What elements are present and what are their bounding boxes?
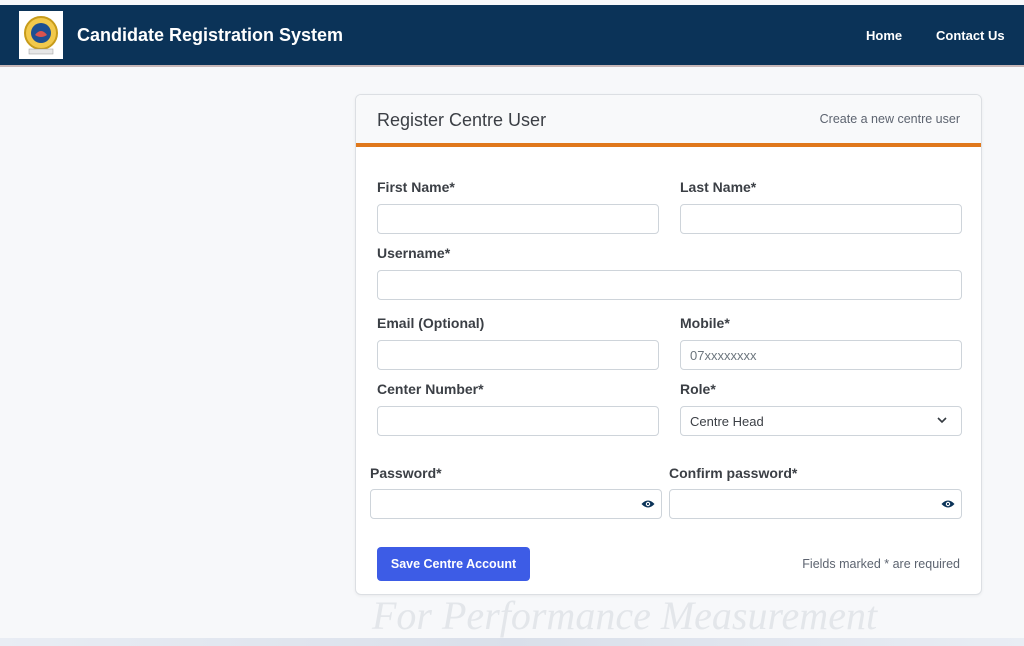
chevron-down-icon	[937, 417, 947, 424]
mobile-input[interactable]: 07xxxxxxxx	[680, 340, 962, 370]
role-select[interactable]: Centre Head	[680, 406, 962, 436]
navbar: Candidate Registration System Home Conta…	[0, 5, 1024, 67]
mobile-label: Mobile*	[680, 315, 730, 331]
nav-contact-link[interactable]: Contact Us	[936, 28, 1005, 43]
logo-emblem-icon	[24, 16, 58, 55]
brand-title[interactable]: Candidate Registration System	[77, 25, 343, 46]
watermark-text: For Performance Measurement	[372, 593, 878, 638]
eye-icon[interactable]	[641, 498, 655, 510]
username-input[interactable]	[377, 270, 962, 300]
first-name-label: First Name*	[377, 179, 455, 195]
card-subtitle: Create a new centre user	[819, 112, 960, 126]
role-selected-value: Centre Head	[690, 413, 764, 429]
required-fields-note: Fields marked * are required	[802, 557, 960, 571]
confirm-password-label: Confirm password*	[669, 465, 798, 481]
bottom-bar	[0, 638, 1024, 646]
nav-home-link[interactable]: Home	[866, 28, 902, 43]
register-card: Register Centre User Create a new centre…	[355, 94, 982, 595]
save-centre-account-button[interactable]: Save Centre Account	[377, 547, 530, 581]
eye-icon[interactable]	[941, 498, 955, 510]
center-number-label: Center Number*	[377, 381, 484, 397]
logo[interactable]	[19, 11, 63, 59]
last-name-label: Last Name*	[680, 179, 757, 195]
email-label: Email (Optional)	[377, 315, 485, 331]
last-name-input[interactable]	[680, 204, 962, 234]
password-input[interactable]	[370, 489, 662, 519]
card-title: Register Centre User	[377, 110, 547, 130]
email-input[interactable]	[377, 340, 659, 370]
password-label: Password*	[370, 465, 442, 481]
mobile-placeholder: 07xxxxxxxx	[690, 347, 757, 363]
role-label: Role*	[680, 381, 716, 397]
card-header: Register Centre User Create a new centre…	[356, 95, 981, 147]
username-label: Username*	[377, 245, 451, 261]
confirm-password-input[interactable]	[669, 489, 962, 519]
center-number-input[interactable]	[377, 406, 659, 436]
first-name-input[interactable]	[377, 204, 659, 234]
